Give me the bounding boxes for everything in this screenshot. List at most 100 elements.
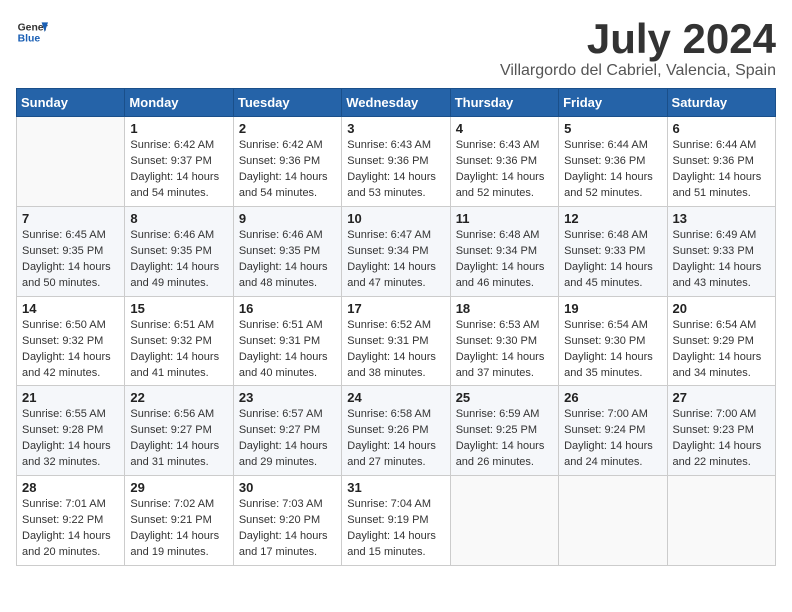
day-number: 11 [456, 211, 553, 226]
svg-text:Blue: Blue [18, 34, 41, 45]
day-number: 29 [130, 480, 227, 495]
day-cell: 3Sunrise: 6:43 AMSunset: 9:36 PMDaylight… [342, 117, 450, 207]
weekday-header-saturday: Saturday [667, 89, 775, 117]
day-number: 13 [673, 211, 770, 226]
day-cell [450, 476, 558, 566]
day-cell: 12 Sunrise: 6:48 AMSunset: 9:33 PMDayligh… [559, 206, 667, 296]
day-info: Sunrise: 6:48 AMSunset: 9:33 PMDaylight:… [564, 229, 653, 289]
day-info: Sunrise: 7:01 AMSunset: 9:22 PMDaylight:… [22, 498, 111, 558]
title-block: July 2024 Villargordo del Cabriel, Valen… [500, 16, 776, 80]
day-number: 22 [130, 390, 227, 405]
day-info: Sunrise: 6:50 AMSunset: 9:32 PMDaylight:… [22, 319, 111, 379]
week-row-4: 21Sunrise: 6:55 AMSunset: 9:28 PMDayligh… [17, 386, 776, 476]
day-number: 31 [347, 480, 444, 495]
day-number: 17 [347, 301, 444, 316]
calendar-subtitle: Villargordo del Cabriel, Valencia, Spain [500, 62, 776, 80]
day-cell: 19 Sunrise: 6:54 AMSunset: 9:30 PMDayligh… [559, 296, 667, 386]
day-cell: 26 Sunrise: 7:00 AMSunset: 9:24 PMDayligh… [559, 386, 667, 476]
day-cell: 21Sunrise: 6:55 AMSunset: 9:28 PMDayligh… [17, 386, 125, 476]
day-cell: 17 Sunrise: 6:52 AMSunset: 9:31 PMDayligh… [342, 296, 450, 386]
day-info: Sunrise: 6:48 AMSunset: 9:34 PMDaylight:… [456, 229, 545, 289]
day-info: Sunrise: 6:47 AMSunset: 9:34 PMDaylight:… [347, 229, 436, 289]
day-info: Sunrise: 7:02 AMSunset: 9:21 PMDaylight:… [130, 498, 219, 558]
day-cell [17, 117, 125, 207]
day-number: 25 [456, 390, 553, 405]
day-number: 9 [239, 211, 336, 226]
day-number: 2 [239, 121, 336, 136]
day-info: Sunrise: 6:59 AMSunset: 9:25 PMDaylight:… [456, 408, 545, 468]
day-number: 4 [456, 121, 553, 136]
day-cell: 25 Sunrise: 6:59 AMSunset: 9:25 PMDayligh… [450, 386, 558, 476]
day-info: Sunrise: 6:42 AMSunset: 9:36 PMDaylight:… [239, 139, 328, 199]
day-info: Sunrise: 6:46 AMSunset: 9:35 PMDaylight:… [239, 229, 328, 289]
day-cell: 22Sunrise: 6:56 AMSunset: 9:27 PMDayligh… [125, 386, 233, 476]
weekday-header-monday: Monday [125, 89, 233, 117]
weekday-header-friday: Friday [559, 89, 667, 117]
day-number: 20 [673, 301, 770, 316]
day-info: Sunrise: 6:51 AMSunset: 9:31 PMDaylight:… [239, 319, 328, 379]
day-number: 28 [22, 480, 119, 495]
day-number: 14 [22, 301, 119, 316]
day-info: Sunrise: 6:45 AMSunset: 9:35 PMDaylight:… [22, 229, 111, 289]
day-number: 1 [130, 121, 227, 136]
day-cell: 10 Sunrise: 6:47 AMSunset: 9:34 PMDayligh… [342, 206, 450, 296]
calendar-table: SundayMondayTuesdayWednesdayThursdayFrid… [16, 88, 776, 566]
day-number: 8 [130, 211, 227, 226]
weekday-header-sunday: Sunday [17, 89, 125, 117]
day-cell: 7 Sunrise: 6:45 AMSunset: 9:35 PMDaylight… [17, 206, 125, 296]
day-cell: 20 Sunrise: 6:54 AMSunset: 9:29 PMDayligh… [667, 296, 775, 386]
day-info: Sunrise: 6:57 AMSunset: 9:27 PMDaylight:… [239, 408, 328, 468]
day-cell: 28 Sunrise: 7:01 AMSunset: 9:22 PMDayligh… [17, 476, 125, 566]
day-number: 30 [239, 480, 336, 495]
day-info: Sunrise: 6:54 AMSunset: 9:30 PMDaylight:… [564, 319, 653, 379]
header: General Blue July 2024 Villargordo del C… [16, 16, 776, 80]
day-info: Sunrise: 6:58 AMSunset: 9:26 PMDaylight:… [347, 408, 436, 468]
day-number: 26 [564, 390, 661, 405]
day-cell: 23 Sunrise: 6:57 AMSunset: 9:27 PMDayligh… [233, 386, 341, 476]
day-number: 6 [673, 121, 770, 136]
day-info: Sunrise: 7:00 AMSunset: 9:23 PMDaylight:… [673, 408, 762, 468]
day-number: 10 [347, 211, 444, 226]
day-cell: 15 Sunrise: 6:51 AMSunset: 9:32 PMDayligh… [125, 296, 233, 386]
day-number: 15 [130, 301, 227, 316]
day-cell: 24Sunrise: 6:58 AMSunset: 9:26 PMDayligh… [342, 386, 450, 476]
day-info: Sunrise: 7:04 AMSunset: 9:19 PMDaylight:… [347, 498, 436, 558]
logo: General Blue [16, 16, 48, 48]
day-cell: 13 Sunrise: 6:49 AMSunset: 9:33 PMDayligh… [667, 206, 775, 296]
day-number: 7 [22, 211, 119, 226]
day-cell: 29 Sunrise: 7:02 AMSunset: 9:21 PMDayligh… [125, 476, 233, 566]
week-row-5: 28 Sunrise: 7:01 AMSunset: 9:22 PMDayligh… [17, 476, 776, 566]
week-row-1: 1 Sunrise: 6:42 AMSunset: 9:37 PMDaylight… [17, 117, 776, 207]
day-cell: 5 Sunrise: 6:44 AMSunset: 9:36 PMDaylight… [559, 117, 667, 207]
day-info: Sunrise: 6:52 AMSunset: 9:31 PMDaylight:… [347, 319, 436, 379]
day-number: 5 [564, 121, 661, 136]
day-number: 21 [22, 390, 119, 405]
day-info: Sunrise: 6:46 AMSunset: 9:35 PMDaylight:… [130, 229, 219, 289]
day-number: 23 [239, 390, 336, 405]
weekday-header-row: SundayMondayTuesdayWednesdayThursdayFrid… [17, 89, 776, 117]
day-info: Sunrise: 6:51 AMSunset: 9:32 PMDaylight:… [130, 319, 219, 379]
day-cell [559, 476, 667, 566]
day-info: Sunrise: 6:54 AMSunset: 9:29 PMDaylight:… [673, 319, 762, 379]
day-cell: 27 Sunrise: 7:00 AMSunset: 9:23 PMDayligh… [667, 386, 775, 476]
day-info: Sunrise: 6:43 AMSunset: 9:36 PMDaylight:… [456, 139, 545, 199]
day-number: 12 [564, 211, 661, 226]
day-number: 19 [564, 301, 661, 316]
day-number: 27 [673, 390, 770, 405]
weekday-header-wednesday: Wednesday [342, 89, 450, 117]
day-cell: 9 Sunrise: 6:46 AMSunset: 9:35 PMDaylight… [233, 206, 341, 296]
calendar-title: July 2024 [500, 16, 776, 62]
day-info: Sunrise: 6:43 AMSunset: 9:36 PMDaylight:… [347, 139, 436, 199]
day-info: Sunrise: 7:03 AMSunset: 9:20 PMDaylight:… [239, 498, 328, 558]
day-cell: 30 Sunrise: 7:03 AMSunset: 9:20 PMDayligh… [233, 476, 341, 566]
day-info: Sunrise: 6:42 AMSunset: 9:37 PMDaylight:… [130, 139, 219, 199]
weekday-header-thursday: Thursday [450, 89, 558, 117]
day-cell: 2 Sunrise: 6:42 AMSunset: 9:36 PMDaylight… [233, 117, 341, 207]
day-info: Sunrise: 7:00 AMSunset: 9:24 PMDaylight:… [564, 408, 653, 468]
day-info: Sunrise: 6:49 AMSunset: 9:33 PMDaylight:… [673, 229, 762, 289]
day-info: Sunrise: 6:44 AMSunset: 9:36 PMDaylight:… [673, 139, 762, 199]
day-number: 16 [239, 301, 336, 316]
day-info: Sunrise: 6:53 AMSunset: 9:30 PMDaylight:… [456, 319, 545, 379]
day-number: 18 [456, 301, 553, 316]
day-info: Sunrise: 6:44 AMSunset: 9:36 PMDaylight:… [564, 139, 653, 199]
